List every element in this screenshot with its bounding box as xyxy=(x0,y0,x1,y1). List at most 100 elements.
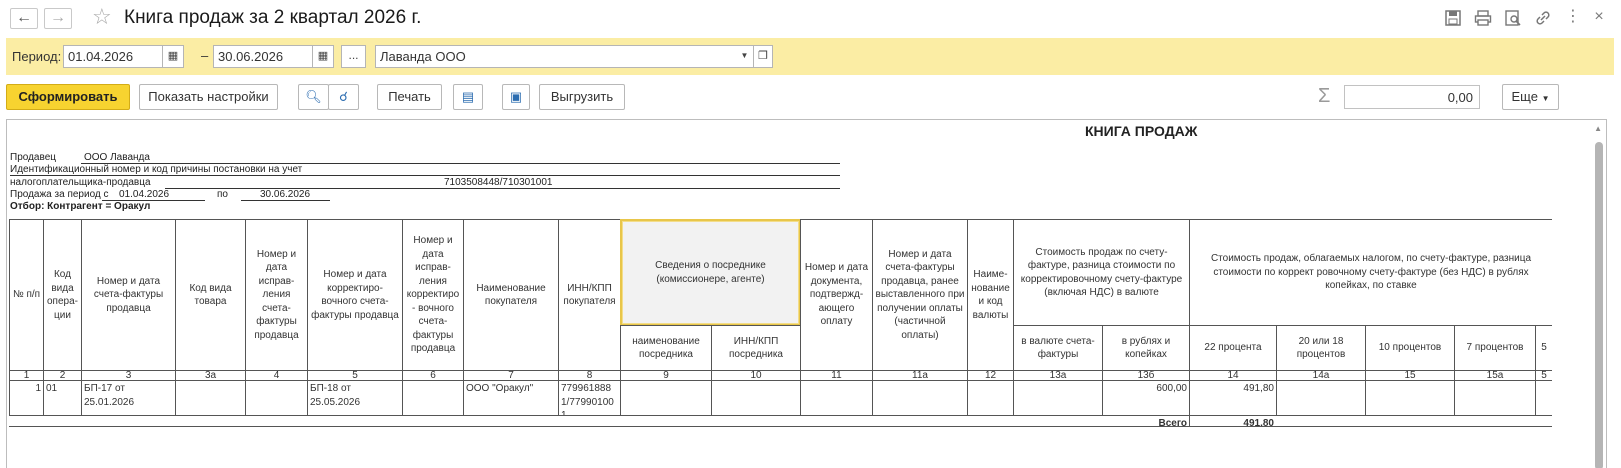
sigma-icon: Σ xyxy=(1318,85,1331,107)
period-to-underline xyxy=(241,200,330,201)
period-from-value: 01.04.2026 xyxy=(119,189,170,200)
organization-dropdown-button[interactable]: ▼ xyxy=(736,45,754,68)
total-label: Всего xyxy=(1102,415,1190,427)
row-c10[interactable] xyxy=(711,380,801,416)
title-bar: ← → ☆ Книга продаж за 2 квартал 2026 г. … xyxy=(0,0,1621,36)
row-invoice[interactable]: БП-17 от 25.01.2026 xyxy=(81,380,176,416)
more-label: Еще xyxy=(1511,89,1538,104)
show-settings-button[interactable]: Показать настройки xyxy=(139,84,278,110)
period-dash: – xyxy=(201,48,209,63)
row-c12[interactable] xyxy=(967,380,1014,416)
save-icon[interactable] xyxy=(1444,9,1462,27)
header-c1: № п/п xyxy=(9,219,44,371)
print-icon[interactable] xyxy=(1474,9,1492,27)
header-c3: Номер и дата счета-фактуры продавца xyxy=(81,219,176,371)
row-corr[interactable]: БП-18 от 25.05.2026 xyxy=(307,380,403,416)
window-title: Книга продаж за 2 квартал 2026 г. xyxy=(124,7,422,28)
search-settings-button[interactable]: ☌ xyxy=(328,84,359,110)
row-c14[interactable]: 491,80 xyxy=(1189,380,1277,416)
inn-underline-1 xyxy=(10,175,840,176)
period-label: Период: xyxy=(12,49,62,64)
header-c9: наименование посредника xyxy=(620,325,712,371)
row-c3a[interactable] xyxy=(175,380,246,416)
row-c13b[interactable]: 600,00 xyxy=(1102,380,1190,416)
header-c13a: в валюте счета-фактуры xyxy=(1013,325,1103,371)
open-icon: ❐ xyxy=(758,50,768,62)
preview-icon: ▤ xyxy=(461,89,475,104)
row-c4[interactable] xyxy=(245,380,308,416)
link-icon[interactable] xyxy=(1534,9,1552,27)
more-vertical-icon[interactable]: ⋮ xyxy=(1564,9,1582,27)
calendar-icon: ▦ xyxy=(317,50,329,62)
row-c14a[interactable] xyxy=(1276,380,1366,416)
period-from-input[interactable]: 01.04.2026 xyxy=(63,45,163,68)
period-select-button[interactable]: ... xyxy=(341,45,366,68)
period-panel: Период: 01.04.2026 ▦ – 30.06.2026 ▦ ... … xyxy=(6,38,1614,75)
preview-icon[interactable] xyxy=(1504,9,1522,27)
period-to-label: по xyxy=(217,189,228,200)
generate-button[interactable]: Сформировать xyxy=(6,84,130,110)
save-icon: ▣ xyxy=(509,89,523,104)
row-op[interactable]: 01 xyxy=(43,380,82,416)
row-c15a[interactable] xyxy=(1454,380,1536,416)
calendar-to-button[interactable]: ▦ xyxy=(312,45,334,68)
header-c14: 22 процента xyxy=(1189,325,1277,371)
star-icon[interactable]: ☆ xyxy=(92,4,112,30)
search-button[interactable]: 🔍︎ xyxy=(298,84,329,110)
total-value: 491,80 xyxy=(1189,415,1277,427)
header-c14a: 20 или 18 процентов xyxy=(1276,325,1366,371)
save-report-button[interactable]: ▣ xyxy=(502,84,530,110)
header-c7: Наименование покупателя xyxy=(463,219,559,371)
arrow-right-icon: → xyxy=(50,9,66,26)
header-c11a: Номер и дата счета-фактуры продавца, ран… xyxy=(872,219,968,371)
organization-input[interactable]: Лаванда ООО xyxy=(375,45,737,68)
organization-open-button[interactable]: ❐ xyxy=(753,45,773,68)
header-c3a: Код вида товара xyxy=(175,219,246,371)
row-c16[interactable] xyxy=(1535,380,1552,416)
row-c15[interactable] xyxy=(1365,380,1455,416)
close-icon[interactable]: × xyxy=(1590,9,1608,27)
header-c8: ИНН/КПП покупателя xyxy=(558,219,621,371)
header-c12: Наиме-нование и код валюты xyxy=(967,219,1014,371)
total-spacer xyxy=(9,415,1103,427)
row-n[interactable]: 1 xyxy=(9,380,44,416)
header-c15: 10 процентов xyxy=(1365,325,1455,371)
row-c9[interactable] xyxy=(620,380,712,416)
header-c15a: 7 процентов xyxy=(1454,325,1536,371)
inn-label-1: Идентификационный номер и код причины по… xyxy=(10,164,303,175)
back-button[interactable]: ← xyxy=(10,8,38,29)
header-cost: Стоимость продаж по счету-фактуре, разни… xyxy=(1013,219,1190,326)
period-to-input[interactable]: 30.06.2026 xyxy=(213,45,313,68)
header-c6: Номер и дата исправ-ления корректиро - в… xyxy=(402,219,464,371)
print-button[interactable]: Печать xyxy=(377,84,442,110)
report-title: КНИГА ПРОДАЖ xyxy=(1085,123,1198,139)
row-buyer[interactable]: ООО "Оракул" xyxy=(463,380,559,416)
period-to-value: 30.06.2026 xyxy=(260,189,311,200)
row-c6[interactable] xyxy=(402,380,464,416)
preview-button[interactable]: ▤ xyxy=(453,84,483,110)
inn-value: 7103508448/710301001 xyxy=(444,177,553,188)
filter-text: Отбор: Контрагент = Оракул xyxy=(10,201,151,212)
export-button[interactable]: Выгрузить xyxy=(539,84,625,110)
search-icon: 🔍︎ xyxy=(305,89,322,104)
calendar-from-button[interactable]: ▦ xyxy=(162,45,184,68)
scroll-up-icon[interactable]: ▲ xyxy=(1594,124,1602,133)
header-c5: Номер и дата корректиро-вочного счета-фа… xyxy=(307,219,403,371)
chevron-down-icon: ▼ xyxy=(1541,94,1550,103)
row-c11[interactable] xyxy=(800,380,873,416)
row-c11a[interactable] xyxy=(872,380,968,416)
header-taxed: Стоимость продаж, облагаемых налогом, по… xyxy=(1189,219,1552,326)
header-agent[interactable]: Сведения о посреднике (комиссионере, аге… xyxy=(620,219,801,326)
search-settings-icon: ☌ xyxy=(339,89,348,104)
vertical-scrollbar[interactable] xyxy=(1595,142,1603,468)
sum-field[interactable]: 0,00 xyxy=(1344,85,1480,109)
header-c10: ИНН/КПП посредника xyxy=(711,325,801,371)
row-c13a[interactable] xyxy=(1013,380,1103,416)
forward-button[interactable]: → xyxy=(44,8,72,29)
period-from-label: Продажа за период с xyxy=(10,189,109,200)
inn-label-2: налогоплательщика-продавца xyxy=(10,177,151,188)
more-button[interactable]: Еще ▼ xyxy=(1502,84,1559,110)
total-rest xyxy=(1276,415,1552,427)
report-area[interactable]: ▲ КНИГА ПРОДАЖ Продавец ООО Лаванда Иден… xyxy=(6,119,1607,468)
row-inn[interactable]: 7799618881/77990100 1 xyxy=(558,380,621,416)
